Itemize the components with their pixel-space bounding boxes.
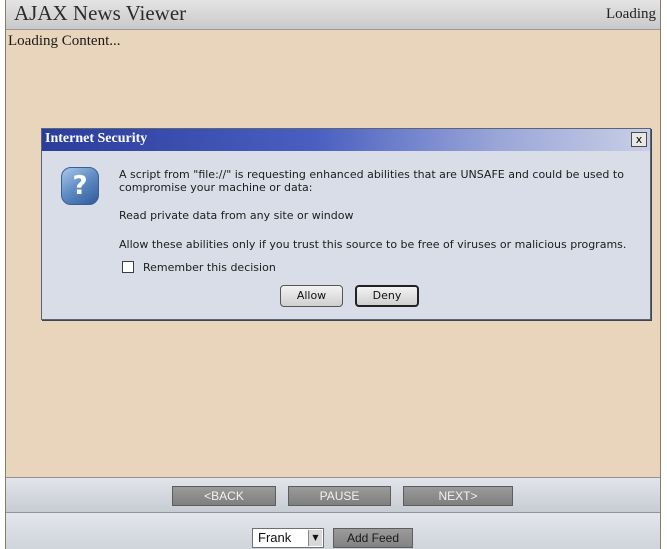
app-titlebar: AJAX News Viewer Loading — [6, 0, 660, 30]
dialog-titlebar: Internet Security x — [42, 129, 650, 151]
dialog-title: Internet Security — [45, 131, 148, 146]
warning-text: Allow these abilities only if you trust … — [119, 238, 627, 251]
loading-status: Loading — [606, 6, 656, 22]
navigation-bar: <BACK PAUSE NEXT> — [6, 477, 660, 513]
question-icon: ? — [61, 167, 99, 205]
close-icon[interactable]: x — [631, 132, 647, 147]
loading-content-text: Loading Content... — [8, 33, 121, 49]
remember-decision-checkbox[interactable] — [122, 261, 134, 273]
add-feed-button[interactable]: Add Feed — [333, 528, 413, 548]
app-title: AJAX News Viewer — [14, 1, 187, 25]
internet-security-dialog: Internet Security x ? A script from "fil… — [41, 128, 651, 320]
dropdown-arrow-icon[interactable]: ▼ — [308, 530, 322, 546]
next-button[interactable]: NEXT> — [403, 486, 513, 506]
feed-footer: Frank ▼ Add Feed — [6, 513, 660, 549]
deny-button[interactable]: Deny — [355, 285, 419, 307]
permission-text: Read private data from any site or windo… — [119, 209, 354, 222]
remember-decision-label[interactable]: Remember this decision — [143, 261, 276, 274]
feed-select-value: Frank — [258, 530, 292, 545]
back-button[interactable]: <BACK — [172, 486, 276, 506]
feed-select[interactable]: Frank ▼ — [252, 528, 324, 548]
allow-button[interactable]: Allow — [280, 285, 343, 307]
pause-button[interactable]: PAUSE — [288, 486, 391, 506]
security-message: A script from "file://" is requesting en… — [119, 168, 624, 194]
